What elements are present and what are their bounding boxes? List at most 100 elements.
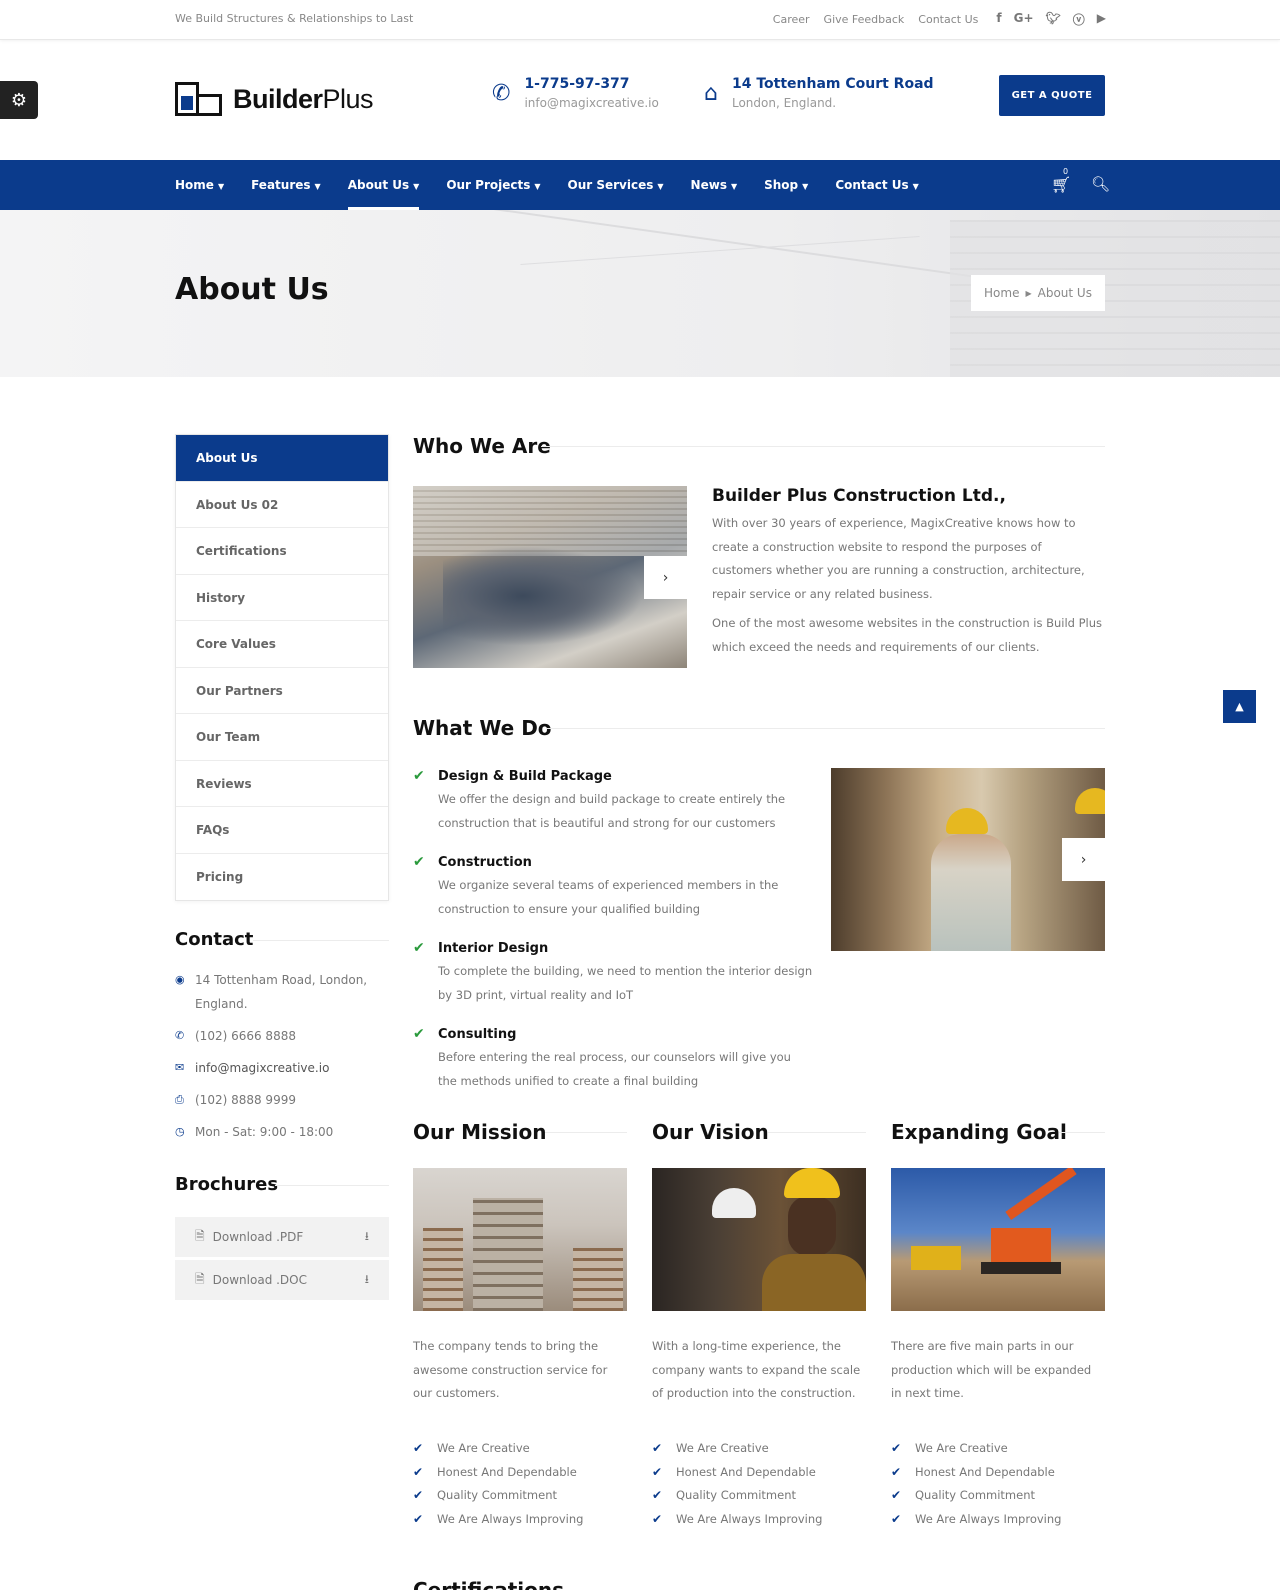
file-pdf-icon: 🗎	[195, 1228, 205, 1243]
breadcrumb-separator-icon: ▶	[1025, 288, 1032, 298]
service-item: ✔ Construction We organize several teams …	[413, 854, 779, 916]
tagline: We Build Structures & Relationships to L…	[175, 12, 414, 25]
who-we-are-heading: Who We Are	[413, 434, 1105, 458]
list-item: ✔ We Are Creative	[413, 1437, 627, 1461]
career-link[interactable]: Career	[773, 13, 810, 26]
check-icon: ✔	[413, 1511, 424, 1526]
nav-features[interactable]: Features ▼	[251, 160, 321, 210]
scroll-to-top-button[interactable]: ▲	[1223, 690, 1256, 723]
tower-construction-image	[413, 1168, 627, 1311]
mission-column: Our Mission The company tends to bring t…	[413, 1120, 627, 1531]
sidebar-item-about-us[interactable]: About Us	[176, 435, 388, 482]
page-title: About Us	[175, 272, 329, 307]
cart-icon[interactable]: 🛒︎ 0	[1051, 167, 1071, 194]
workers-helmets-image	[652, 1168, 866, 1311]
sidebar-item-our-team[interactable]: Our Team	[176, 714, 388, 761]
list-item: ✔ Quality Commitment	[891, 1484, 1105, 1508]
list-item: ✔ We Are Always Improving	[413, 1508, 627, 1532]
sidebar-item-about-us-02[interactable]: About Us 02	[176, 482, 388, 528]
list-item: ✔ We Are Always Improving	[652, 1508, 866, 1532]
list-item: ✔ Quality Commitment	[652, 1484, 866, 1508]
download-icon: ⭳	[364, 1228, 369, 1243]
list-item: ✔ We Are Creative	[652, 1437, 866, 1461]
chevron-right-icon[interactable]: ›	[644, 556, 687, 599]
contact-heading: Contact	[175, 929, 389, 950]
phone-icon: ✆	[175, 1029, 185, 1042]
nav-our-projects[interactable]: Our Projects ▼	[446, 160, 540, 210]
youtube-icon[interactable]: ▶	[1097, 11, 1106, 28]
what-we-do-heading: What We Do	[413, 716, 1105, 740]
check-icon: ✔	[891, 1441, 902, 1455]
nav-about-us[interactable]: About Us ▼	[347, 160, 420, 210]
chevron-up-icon: ▲	[1235, 700, 1244, 713]
download-doc-button[interactable]: 🗎 Download .DOC ⭳	[175, 1260, 389, 1300]
nav-contact-us[interactable]: Contact Us ▼	[835, 160, 919, 210]
nav-news[interactable]: News ▼	[691, 160, 738, 210]
contact-us-link[interactable]: Contact Us	[918, 13, 978, 26]
top-bar: We Build Structures & Relationships to L…	[0, 0, 1280, 40]
nav-home[interactable]: Home ▼	[175, 160, 224, 210]
fax-icon: ⎙	[175, 1093, 184, 1106]
facebook-icon[interactable]: f	[996, 11, 1001, 28]
clock-icon: ◷	[175, 1125, 185, 1138]
logo[interactable]: BuilderPlus	[175, 82, 374, 116]
contact-phone: ✆ (102) 6666 8888	[175, 1024, 389, 1048]
sidebar-item-reviews[interactable]: Reviews	[176, 761, 388, 807]
caret-down-icon: ▼	[534, 182, 541, 191]
list-item: ✔ Quality Commitment	[413, 1484, 627, 1508]
nav-our-services[interactable]: Our Services ▼	[568, 160, 664, 210]
envelope-icon: ✉	[175, 1061, 185, 1074]
caret-down-icon: ▼	[413, 182, 420, 191]
nav-shop[interactable]: Shop ▼	[764, 160, 808, 210]
check-icon: ✔	[652, 1441, 663, 1455]
who-we-are-section: Who We Are › Builder Plus Construction L…	[413, 434, 1105, 668]
sidebar-item-core-values[interactable]: Core Values	[176, 621, 388, 668]
chevron-right-icon[interactable]: ›	[1062, 838, 1105, 881]
google-plus-icon[interactable]: G+	[1014, 11, 1034, 28]
sidebar-item-our-partners[interactable]: Our Partners	[176, 668, 388, 714]
download-pdf-button[interactable]: 🗎 Download .PDF ⭳	[175, 1217, 389, 1257]
breadcrumb: Home ▶ About Us	[971, 275, 1105, 311]
list-item: ✔ We Are Creative	[891, 1437, 1105, 1461]
check-icon: ✔	[413, 854, 425, 870]
list-item: ✔ Honest And Dependable	[652, 1461, 866, 1485]
header-address: ⌂ 14 Tottenham Court Road London, Englan…	[704, 75, 934, 112]
contact-list: ◉ 14 Tottenham Road, London, England. ✆ (1…	[175, 968, 389, 1144]
twitter-icon[interactable]: 🐦︎	[1046, 11, 1061, 28]
address-line-1: 14 Tottenham Court Road	[731, 76, 934, 92]
caret-down-icon: ▼	[730, 182, 738, 191]
sidebar-item-faqs[interactable]: FAQs	[176, 807, 388, 854]
what-we-do-section: What We Do ✔ Design & Build Package We of…	[413, 716, 1105, 1088]
caret-down-icon: ▼	[912, 182, 919, 191]
main-nav: Home ▼ Features ▼ About Us ▼ Our Projects ▼ …	[0, 160, 1280, 210]
logo-text: BuilderPlus	[233, 83, 374, 114]
search-icon[interactable]: 🔍︎	[1091, 175, 1110, 193]
check-icon: ✔	[413, 1026, 425, 1042]
give-feedback-link[interactable]: Give Feedback	[824, 13, 905, 26]
sidebar-item-certifications[interactable]: Certifications	[176, 528, 388, 575]
social-links: f G+ 🐦︎ ⓥ ▶	[996, 11, 1106, 28]
check-icon: ✔	[891, 1511, 902, 1526]
service-item: ✔ Interior Design To complete the buildin…	[413, 940, 813, 1002]
company-name: Builder Plus Construction Ltd.,	[712, 486, 1006, 506]
sidebar-item-history[interactable]: History	[176, 575, 388, 621]
home-icon: ⌂	[704, 81, 718, 106]
sidebar-item-pricing[interactable]: Pricing	[176, 854, 388, 901]
list-item: ✔ Honest And Dependable	[413, 1461, 627, 1485]
breadcrumb-home[interactable]: Home	[984, 286, 1019, 300]
who-paragraph-2: One of the most awesome websites in the …	[712, 616, 1103, 654]
vision-heading: Our Vision	[652, 1120, 866, 1144]
mission-heading: Our Mission	[413, 1120, 627, 1144]
worker-image: ›	[831, 768, 1105, 951]
list-item: ✔ We Are Always Improving	[891, 1508, 1105, 1532]
check-icon: ✔	[413, 1464, 424, 1479]
service-item: ✔ Design & Build Package We offer the des…	[413, 768, 786, 830]
header-email[interactable]: info@magixcreative.io	[524, 94, 658, 112]
check-icon: ✔	[413, 768, 425, 784]
certifications-heading: Certifications	[413, 1578, 564, 1590]
list-item: ✔ Honest And Dependable	[891, 1461, 1105, 1485]
vimeo-icon[interactable]: ⓥ	[1073, 11, 1085, 28]
check-icon: ✔	[652, 1464, 663, 1479]
phone-number[interactable]: 1-775-97-377	[524, 75, 658, 93]
get-a-quote-button[interactable]: GET A QUOTE	[999, 75, 1105, 116]
